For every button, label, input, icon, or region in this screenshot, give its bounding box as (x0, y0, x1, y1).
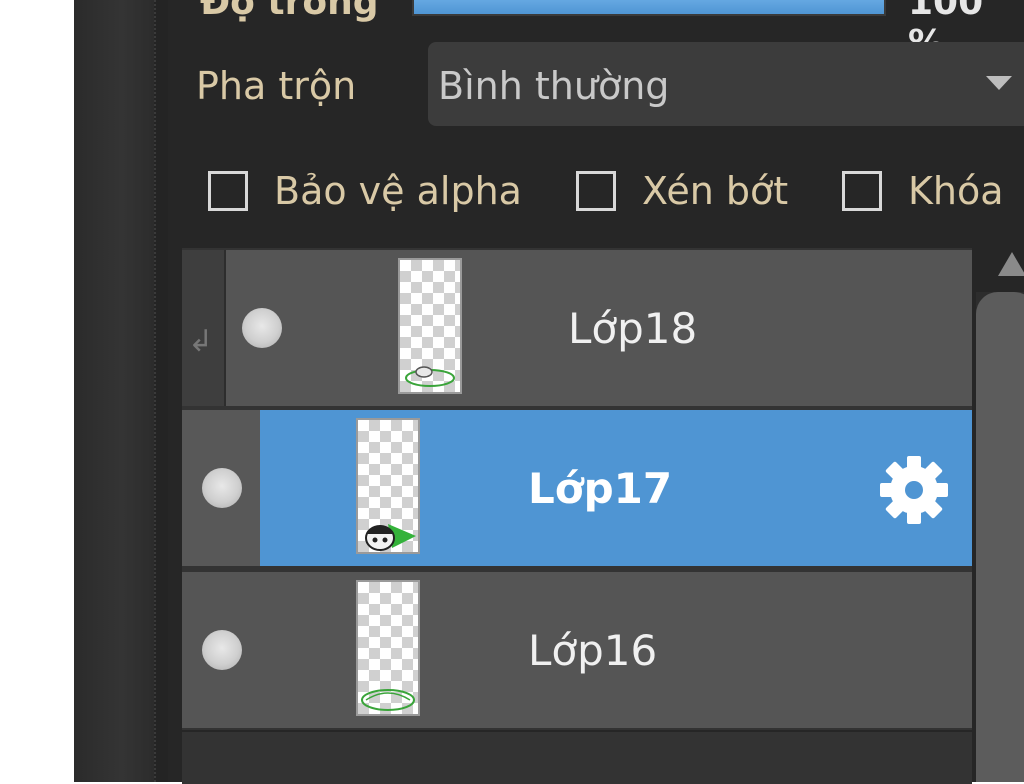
lock-label: Khóa (908, 169, 1004, 213)
opacity-slider[interactable] (412, 0, 886, 16)
scrollbar-thumb[interactable] (976, 292, 1024, 782)
blend-mode-value: Bình thường (438, 64, 670, 108)
clipping-checkbox[interactable]: Xén bớt (576, 168, 788, 214)
layer-row[interactable]: ↲ Lớp18 (182, 250, 972, 406)
thumbnail-art-icon (365, 524, 416, 551)
thumbnail-art-icon (361, 689, 415, 711)
layer-thumbnail (356, 580, 420, 716)
scroll-up-arrow-icon[interactable] (998, 252, 1024, 276)
lock-checkbox[interactable]: Khóa (842, 168, 1004, 214)
checkbox-box[interactable] (842, 171, 882, 211)
layer-name[interactable]: Lớp16 (528, 626, 657, 675)
thumbnail-art-icon (405, 366, 455, 387)
blend-mode-label: Pha trộn (196, 64, 357, 108)
clip-indicator: ↲ (182, 250, 226, 406)
gear-icon[interactable] (878, 454, 950, 526)
layer-name[interactable]: Lớp17 (528, 464, 672, 513)
checkbox-box[interactable] (576, 171, 616, 211)
protect-alpha-checkbox[interactable]: Bảo vệ alpha (208, 168, 522, 214)
clipping-label: Xén bớt (642, 169, 789, 213)
layer-list: ↲ Lớp18 Lớp17 Lớp16 (182, 248, 972, 784)
opacity-label: Độ trong (200, 0, 379, 23)
visibility-dot-icon[interactable] (242, 308, 282, 348)
clip-arrow-icon: ↲ (188, 324, 214, 359)
scrollbar-track[interactable] (976, 292, 1024, 782)
checkbox-box[interactable] (208, 171, 248, 211)
desktop-background (0, 0, 74, 782)
window-frame (74, 0, 154, 782)
protect-alpha-label: Bảo vệ alpha (274, 169, 522, 213)
layer-row-selected[interactable]: Lớp17 (182, 410, 972, 566)
panel-splitter[interactable] (154, 0, 168, 782)
chevron-down-icon[interactable] (986, 76, 1012, 90)
layer-name[interactable]: Lớp18 (568, 304, 697, 353)
layer-row[interactable]: Lớp16 (182, 572, 972, 728)
visibility-dot-icon[interactable] (202, 468, 242, 508)
layer-list-empty-area (182, 730, 972, 784)
blend-mode-select[interactable]: Bình thường (428, 42, 1024, 126)
layer-thumbnail (356, 418, 420, 554)
visibility-dot-icon[interactable] (202, 630, 242, 670)
layer-thumbnail (398, 258, 462, 394)
